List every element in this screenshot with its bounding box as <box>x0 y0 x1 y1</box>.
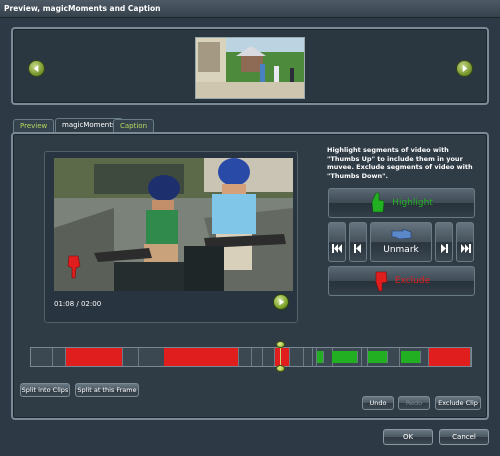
unmark-controls: Unmark <box>328 222 475 262</box>
arrow-right-icon <box>462 64 468 73</box>
timeline-segment-exclude[interactable] <box>66 348 123 366</box>
instructions-text: Highlight segments of video with "Thumbs… <box>327 146 473 180</box>
timeline-segment-none[interactable] <box>304 348 313 366</box>
timeline-segment-none[interactable] <box>252 348 263 366</box>
split-at-frame-button[interactable]: Split at this Frame <box>75 383 139 397</box>
timeline-segment-none[interactable] <box>263 348 275 366</box>
clip-thumbnail[interactable] <box>195 37 305 99</box>
unmark-label: Unmark <box>383 245 419 255</box>
step-back-icon <box>354 244 361 253</box>
timeline-segment-none[interactable] <box>53 348 66 366</box>
thumbs-down-marker-icon <box>67 255 81 279</box>
timeline-segment-none[interactable] <box>123 348 139 366</box>
split-into-clips-button[interactable]: Split into Clips <box>20 383 70 397</box>
unmark-button[interactable]: Unmark <box>370 222 432 262</box>
timeline-segment-none[interactable] <box>420 348 429 366</box>
tab-caption[interactable]: Caption <box>113 119 155 133</box>
timeline-segment-highlight[interactable] <box>401 351 421 363</box>
next-clip-button[interactable] <box>456 60 473 77</box>
previous-frame-button[interactable] <box>349 222 367 262</box>
exclude-button[interactable]: Exclude <box>328 266 475 296</box>
tab-preview[interactable]: Preview <box>13 119 55 133</box>
skip-to-start-icon <box>331 244 342 253</box>
arrow-left-icon <box>33 64 39 73</box>
thumbs-down-icon <box>375 271 388 292</box>
exclude-label: Exclude <box>394 276 431 286</box>
video-frame-image <box>54 158 293 291</box>
cancel-button[interactable]: Cancel <box>439 429 489 445</box>
highlight-button[interactable]: Highlight <box>328 188 475 218</box>
step-forward-icon <box>441 244 448 253</box>
playhead-top-handle[interactable] <box>276 341 285 348</box>
ok-button[interactable]: OK <box>383 429 433 445</box>
timeline-segment-exclude[interactable] <box>275 348 290 366</box>
redo-button[interactable]: Redo <box>398 396 430 410</box>
timeline-segment-highlight[interactable] <box>332 351 358 363</box>
timeline-segment-none[interactable] <box>387 348 400 366</box>
clip-thumbnail-strip <box>11 27 489 105</box>
timecode-display: 01:08 / 02:00 <box>54 300 102 308</box>
video-frame[interactable] <box>54 158 293 291</box>
magicmoments-panel: 01:08 / 02:00 Highlight segments of vide… <box>11 132 489 420</box>
timeline-segment-none[interactable] <box>140 348 165 366</box>
timeline-segment-none[interactable] <box>31 348 53 366</box>
timeline-segment-exclude[interactable] <box>164 348 239 366</box>
timeline-segment-none[interactable] <box>239 348 252 366</box>
clip-thumbnail-image <box>196 38 304 98</box>
timeline-segment-highlight[interactable] <box>368 351 388 363</box>
thumbs-up-icon <box>371 192 385 213</box>
highlight-label: Highlight <box>392 198 433 208</box>
title-bar: Preview, magicMoments and Caption <box>0 0 500 18</box>
window-title: Preview, magicMoments and Caption <box>4 4 161 13</box>
pointing-hand-icon <box>391 228 412 240</box>
timeline-segment-highlight[interactable] <box>317 351 324 363</box>
previous-clip-button[interactable] <box>28 60 45 77</box>
skip-to-end-icon <box>460 244 471 253</box>
next-frame-button[interactable] <box>435 222 453 262</box>
play-button[interactable] <box>273 294 289 310</box>
undo-button[interactable]: Undo <box>362 396 394 410</box>
skip-to-end-button[interactable] <box>456 222 474 262</box>
timeline-track[interactable] <box>30 347 472 367</box>
timeline-segment-none[interactable] <box>291 348 304 366</box>
skip-to-start-button[interactable] <box>328 222 346 262</box>
video-player: 01:08 / 02:00 <box>44 151 298 323</box>
exclude-clip-button[interactable]: Exclude Clip <box>435 396 481 410</box>
playhead-bottom-handle[interactable] <box>276 365 285 372</box>
play-icon <box>279 298 285 306</box>
timeline-segment-exclude[interactable] <box>429 348 471 366</box>
